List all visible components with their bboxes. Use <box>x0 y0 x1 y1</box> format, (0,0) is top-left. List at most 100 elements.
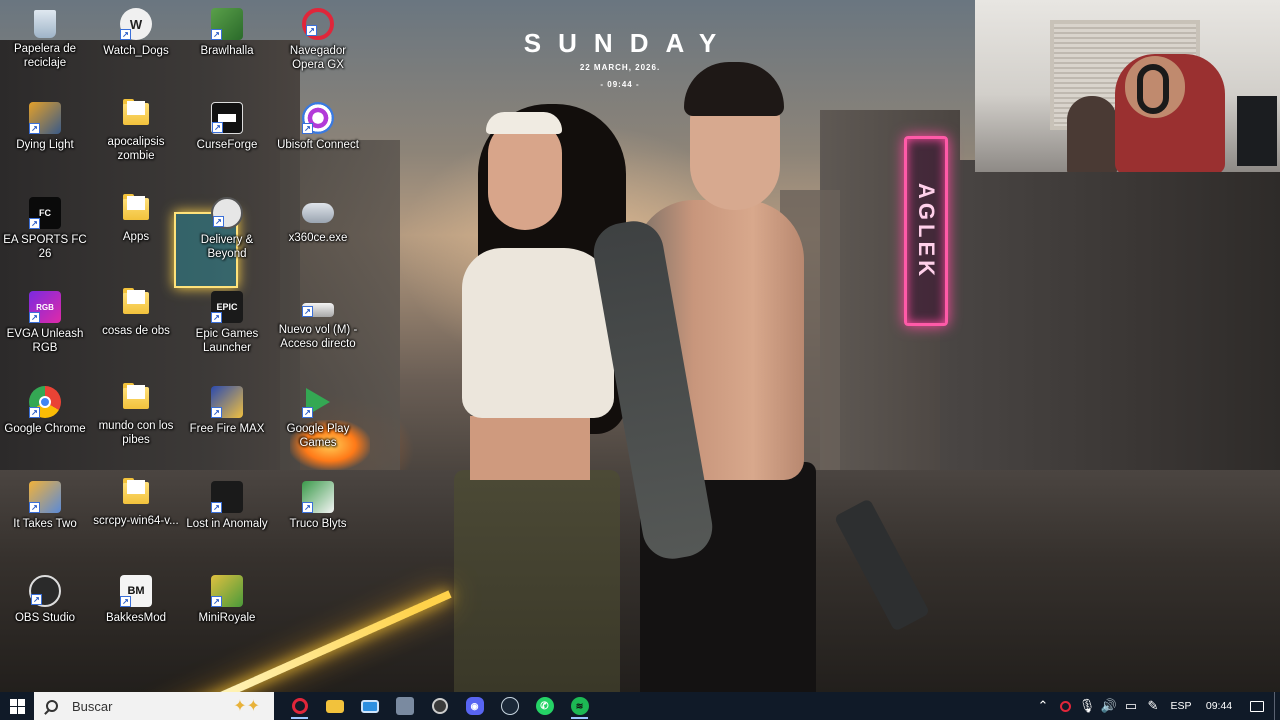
desktop-icon-obs[interactable]: ↗ OBS Studio <box>0 571 90 663</box>
wallpaper-woman-pants <box>454 470 620 692</box>
desktop-icon-nuevo-vol[interactable]: ↗ Nuevo vol (M) - Acceso directo <box>273 287 363 379</box>
desktop-icon-free-fire[interactable]: ↗ Free Fire MAX <box>182 382 272 474</box>
desktop-icon-truco-blyts[interactable]: ↗ Truco Blyts <box>273 477 363 569</box>
desktop-icon-scrcpy[interactable]: scrcpy-win64-v... <box>91 477 181 569</box>
discord-icon: ◉ <box>465 697 484 715</box>
miniroyale-icon: ↗ <box>211 575 243 607</box>
search-icon <box>46 700 58 712</box>
webcam-overlay <box>975 0 1280 172</box>
taskbar-app-desktop[interactable] <box>352 692 387 720</box>
desktop-icon-curseforge[interactable]: ↗ CurseForge <box>182 98 272 190</box>
shortcut-arrow-icon: ↗ <box>306 25 317 36</box>
desktop-icon-epic-games[interactable]: EPIC ↗ Epic Games Launcher <box>182 287 272 379</box>
desktop-icon-delivery-beyond[interactable]: ↗ Delivery & Beyond <box>182 193 272 285</box>
steam-icon <box>500 697 519 715</box>
desktop-icon-evga-rgb[interactable]: RGB ↗ EVGA Unleash RGB <box>0 287 90 379</box>
desktop-icon-apocalipsis-zombie[interactable]: apocalipsis zombie <box>91 98 181 190</box>
desktop-icon-label: Google Chrome <box>4 423 86 435</box>
microphone-icon[interactable]: 🎙 <box>1076 692 1098 720</box>
headset-icon <box>1137 64 1169 114</box>
show-desktop-button[interactable] <box>1274 692 1280 720</box>
desktop-icon-label: MiniRoyale <box>198 612 256 624</box>
shortcut-arrow-icon: ↗ <box>302 407 313 418</box>
desktop-icon-label: Epic Games Launcher <box>195 328 259 354</box>
opera-tray-icon[interactable] <box>1054 692 1076 720</box>
desktop-icon-apps[interactable]: Apps <box>91 193 181 285</box>
search-highlights-icon[interactable]: ✦✦ <box>233 696 260 716</box>
taskbar-app-discord[interactable]: ◉ <box>457 692 492 720</box>
widget-day-name: SUNDAY <box>523 28 734 58</box>
taskbar-search-box[interactable]: Buscar ✦✦ <box>34 692 274 720</box>
shortcut-arrow-icon: ↗ <box>29 502 40 513</box>
drive-icon: ↗ <box>302 303 334 317</box>
desktop-icon-recycle-bin[interactable]: Papelera de reciclaje <box>0 4 90 96</box>
show-hidden-icons-chevron-icon[interactable]: ⌃ <box>1032 692 1054 720</box>
free-fire-icon: ↗ <box>211 386 243 418</box>
desktop-icon-label: Dying Light <box>16 139 74 151</box>
desktop-icon-bakkesmod[interactable]: BM ↗ BakkesMod <box>91 571 181 663</box>
desktop-icon-ubisoft[interactable]: ↗ Ubisoft Connect <box>273 98 363 190</box>
date-widget: SUNDAY 22 MARCH, 2026. - 09:44 - <box>490 28 750 89</box>
folder-icon <box>123 288 149 314</box>
desktop-icon-lost-in-anomaly[interactable]: ↗ Lost in Anomaly <box>182 477 272 569</box>
desktop-icon-cosas-de-obs[interactable]: cosas de obs <box>91 287 181 379</box>
desktop-icon-label: EA SPORTS FC 26 <box>3 234 87 260</box>
notification-icon <box>1250 700 1264 712</box>
shortcut-arrow-icon: ↗ <box>29 312 40 323</box>
epic-games-icon: EPIC ↗ <box>211 291 243 323</box>
shortcut-arrow-icon: ↗ <box>211 407 222 418</box>
desktop-icon-label: It Takes Two <box>13 518 77 530</box>
brawlhalla-icon: ↗ <box>211 8 243 40</box>
system-tray: ⌃ 🎙 🔊 ▭ ✎ ESP 09:44 <box>1032 692 1280 720</box>
desktop-icon-ea-fc[interactable]: FC ↗ EA SPORTS FC 26 <box>0 193 90 285</box>
desktop-icon-miniroyale[interactable]: ↗ MiniRoyale <box>182 571 272 663</box>
shortcut-arrow-icon: ↗ <box>29 218 40 229</box>
taskbar-app-whatsapp[interactable]: ✆ <box>527 692 562 720</box>
shortcut-arrow-icon: ↗ <box>29 123 40 134</box>
start-button[interactable] <box>0 692 34 720</box>
pen-icon[interactable]: ✎ <box>1142 692 1164 720</box>
desktop-icon-opera-gx[interactable]: ↗ Navegador Opera GX <box>273 4 363 96</box>
desktop-icon-it-takes-two[interactable]: ↗ It Takes Two <box>0 477 90 569</box>
desktop-icon-label: Ubisoft Connect <box>277 139 359 151</box>
taskbar-app-obs[interactable] <box>422 692 457 720</box>
desktop-icon-mundo-con-los-pibes[interactable]: mundo con los pibes <box>91 382 181 474</box>
language-indicator[interactable]: ESP <box>1164 700 1198 712</box>
desktop-icon-google-play-games[interactable]: ↗ Google Play Games <box>273 382 363 474</box>
gamepad-icon <box>302 203 334 223</box>
taskbar-app-file-explorer[interactable] <box>317 692 352 720</box>
shortcut-arrow-icon: ↗ <box>211 596 222 607</box>
desktop-icon-label: Nuevo vol (M) - Acceso directo <box>278 324 358 350</box>
desktop-icon-label: Apps <box>122 231 150 243</box>
taskbar-app-opera-gx[interactable] <box>282 692 317 720</box>
taskbar-app-remote[interactable] <box>387 692 422 720</box>
wallpaper-neon-sign: AGLEK <box>904 136 948 326</box>
shortcut-arrow-icon: ↗ <box>120 596 131 607</box>
volume-icon[interactable]: 🔊 <box>1098 692 1120 720</box>
notification-center-button[interactable] <box>1240 692 1274 720</box>
network-icon[interactable]: ▭ <box>1120 692 1142 720</box>
desktop-icon-brawlhalla[interactable]: ↗ Brawlhalla <box>182 4 272 96</box>
wallpaper-woman-top <box>462 248 614 418</box>
file-explorer-icon <box>325 699 344 713</box>
webcam-background-person <box>1067 96 1117 172</box>
desktop-icon-label: Lost in Anomaly <box>186 518 268 530</box>
desktop-icon-label: scrcpy-win64-v... <box>93 515 179 527</box>
desktop-icon-label: Google Play Games <box>286 423 350 449</box>
google-play-games-icon: ↗ <box>302 386 334 418</box>
desktop-icon-dying-light[interactable]: ↗ Dying Light <box>0 98 90 190</box>
taskbar-app-steam[interactable] <box>492 692 527 720</box>
recycle-bin-icon <box>34 10 56 38</box>
opera-gx-icon: ↗ <box>302 8 334 40</box>
taskbar-app-spotify[interactable]: ≋ <box>562 692 597 720</box>
desktop-icon-label: Navegador Opera GX <box>289 45 347 71</box>
desktop-icon-label: Watch_Dogs <box>103 45 169 57</box>
desktop-icon-label: OBS Studio <box>14 612 76 624</box>
desktop-icon-x360ce[interactable]: x360ce.exe <box>273 193 363 285</box>
opera-gx-taskbar-icon <box>291 698 308 714</box>
taskbar-clock[interactable]: 09:44 <box>1198 700 1240 712</box>
desktop-icon-watch-dogs[interactable]: W ↗ Watch_Dogs <box>91 4 181 96</box>
shortcut-arrow-icon: ↗ <box>302 123 313 134</box>
shortcut-arrow-icon: ↗ <box>211 502 222 513</box>
desktop-icon-chrome[interactable]: ↗ Google Chrome <box>0 382 90 474</box>
